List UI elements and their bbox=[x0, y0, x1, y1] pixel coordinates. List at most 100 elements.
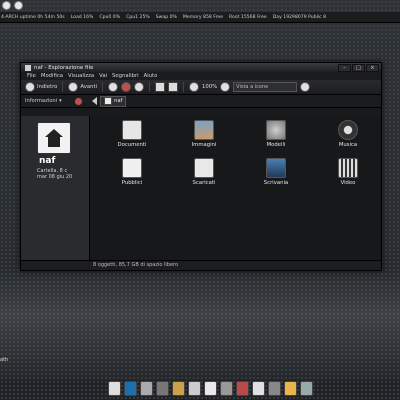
file-label: Modelli bbox=[266, 142, 286, 148]
folder-name: naf bbox=[39, 156, 56, 166]
dock-app-icon[interactable] bbox=[156, 381, 169, 396]
dock-app-icon[interactable] bbox=[284, 381, 297, 396]
stat-memory: Memory 858 Free bbox=[182, 14, 224, 20]
close-button[interactable]: × bbox=[366, 64, 379, 72]
forward-label: Avanti bbox=[80, 84, 98, 90]
file-label: Scrivania bbox=[263, 180, 289, 186]
breadcrumb[interactable]: naf bbox=[100, 95, 127, 107]
file-item[interactable]: Documenti bbox=[96, 120, 168, 148]
public-icon bbox=[122, 158, 142, 178]
computer-icon[interactable] bbox=[168, 82, 179, 92]
file-view: Documenti Immagini Modelli Musica Pubbli… bbox=[90, 116, 381, 270]
back-arrow-icon bbox=[25, 82, 35, 92]
stat-day: Day 19298079 Public 8 bbox=[272, 14, 327, 20]
menu-file[interactable]: File bbox=[27, 73, 36, 79]
sidebar-header-label: Informazioni bbox=[25, 98, 58, 104]
zoom-level: 100% bbox=[202, 84, 218, 90]
dock-app-icon[interactable] bbox=[252, 381, 265, 396]
file-label: Scaricati bbox=[192, 180, 216, 186]
house-roof-icon bbox=[45, 129, 63, 137]
close-sidebar-icon[interactable] bbox=[74, 96, 83, 106]
dock-app-icon[interactable] bbox=[204, 381, 217, 396]
toolbar-separator bbox=[102, 82, 104, 92]
search-icon[interactable] bbox=[300, 82, 311, 92]
forward-button[interactable]: Avanti bbox=[68, 82, 97, 92]
dock-app-icon[interactable] bbox=[188, 381, 201, 396]
documents-icon bbox=[122, 120, 142, 140]
file-item[interactable]: Modelli bbox=[240, 120, 312, 148]
system-icon[interactable] bbox=[2, 0, 11, 10]
dock-app-icon[interactable] bbox=[236, 381, 249, 396]
menu-segnalibri[interactable]: Segnalibri bbox=[112, 73, 139, 79]
file-label: Pubblici bbox=[121, 180, 143, 186]
file-item[interactable]: Video bbox=[312, 158, 384, 186]
dock bbox=[108, 380, 344, 396]
dock-app-icon[interactable] bbox=[220, 381, 233, 396]
home-icon[interactable] bbox=[155, 82, 166, 92]
zoom-out-icon[interactable] bbox=[189, 82, 200, 92]
home-folder-icon bbox=[104, 97, 112, 105]
stat-root: Root 15568 Free bbox=[229, 14, 267, 20]
dock-app-icon[interactable] bbox=[300, 381, 313, 396]
reload-icon[interactable] bbox=[134, 82, 145, 92]
icon-grid: Documenti Immagini Modelli Musica Pubbli… bbox=[96, 120, 384, 186]
view-select[interactable]: Vista a icone bbox=[233, 82, 298, 92]
desktop-icon bbox=[266, 158, 286, 178]
maximize-button[interactable]: □ bbox=[352, 64, 365, 72]
dock-app-icon[interactable] bbox=[124, 381, 137, 396]
dock-app-icon[interactable] bbox=[140, 381, 153, 396]
dock-app-icon[interactable] bbox=[172, 381, 185, 396]
window-title: naf - Esplorazione file bbox=[34, 64, 94, 71]
house-body-icon bbox=[48, 137, 60, 147]
download-icon bbox=[194, 158, 214, 178]
back-button[interactable]: Indietro bbox=[25, 82, 57, 92]
templates-icon bbox=[266, 120, 286, 140]
back-label: Indietro bbox=[37, 84, 58, 90]
toolbar-separator bbox=[62, 82, 64, 92]
zoom-in-icon[interactable] bbox=[220, 82, 231, 92]
toolbar-separator bbox=[149, 82, 151, 92]
file-item[interactable]: Immagini bbox=[168, 120, 240, 148]
power-icon[interactable] bbox=[14, 0, 23, 10]
location-bar: Informazioni ▾ naf bbox=[21, 95, 381, 108]
folder-info-line2: mar 08 giu 20 bbox=[37, 174, 73, 180]
menu-vai[interactable]: Vai bbox=[99, 73, 107, 79]
top-panel: 4-ARCH uptime 0h 54m 50s Load 16% Cpu0 0… bbox=[0, 12, 400, 23]
dock-app-icon[interactable] bbox=[108, 381, 121, 396]
top-icons bbox=[2, 0, 23, 10]
file-label: Musica bbox=[338, 142, 358, 148]
menubar: File Modifica Visualizza Vai Segnalibri … bbox=[21, 72, 381, 80]
sidebar: naf Cartella, 8 c mar 08 giu 20 bbox=[21, 116, 90, 270]
file-item[interactable]: Scaricati bbox=[168, 158, 240, 186]
dock-app-icon[interactable] bbox=[268, 381, 281, 396]
file-item[interactable]: Scrivania bbox=[240, 158, 312, 186]
back-nav-icon[interactable] bbox=[92, 97, 97, 105]
breadcrumb-label: naf bbox=[114, 98, 123, 104]
stop-icon[interactable] bbox=[121, 82, 132, 92]
window-body: naf Cartella, 8 c mar 08 giu 20 Document… bbox=[21, 116, 381, 270]
file-label: Video bbox=[340, 180, 356, 186]
folder-info: Cartella, 8 c mar 08 giu 20 bbox=[37, 168, 87, 180]
up-icon[interactable] bbox=[108, 82, 119, 92]
stat-cpu1: Cpu1 25% bbox=[126, 14, 150, 20]
bottom-text: ath bbox=[0, 357, 9, 363]
sidebar-header[interactable]: Informazioni ▾ bbox=[25, 96, 89, 106]
status-bar: 8 oggetti, 85,7 GB di spazio libero bbox=[21, 260, 381, 270]
stat-swap: Swap 0% bbox=[155, 14, 177, 20]
forward-arrow-icon bbox=[68, 82, 79, 92]
menu-visualizza[interactable]: Visualizza bbox=[68, 73, 94, 79]
toolbar-separator bbox=[183, 82, 185, 92]
file-item[interactable]: Musica bbox=[312, 120, 384, 148]
video-icon bbox=[338, 158, 358, 178]
menu-aiuto[interactable]: Aiuto bbox=[144, 73, 158, 79]
home-folder-large-icon bbox=[37, 122, 71, 154]
titlebar[interactable]: naf - Esplorazione file – □ × bbox=[21, 63, 381, 72]
file-label: Immagini bbox=[191, 142, 217, 148]
window-icon bbox=[25, 64, 31, 71]
chevron-down-icon: ▾ bbox=[59, 98, 62, 104]
status-text: 8 oggetti, 85,7 GB di spazio libero bbox=[93, 262, 179, 268]
menu-modifica[interactable]: Modifica bbox=[41, 73, 63, 79]
images-icon bbox=[194, 120, 214, 140]
minimize-button[interactable]: – bbox=[338, 64, 351, 72]
file-item[interactable]: Pubblici bbox=[96, 158, 168, 186]
